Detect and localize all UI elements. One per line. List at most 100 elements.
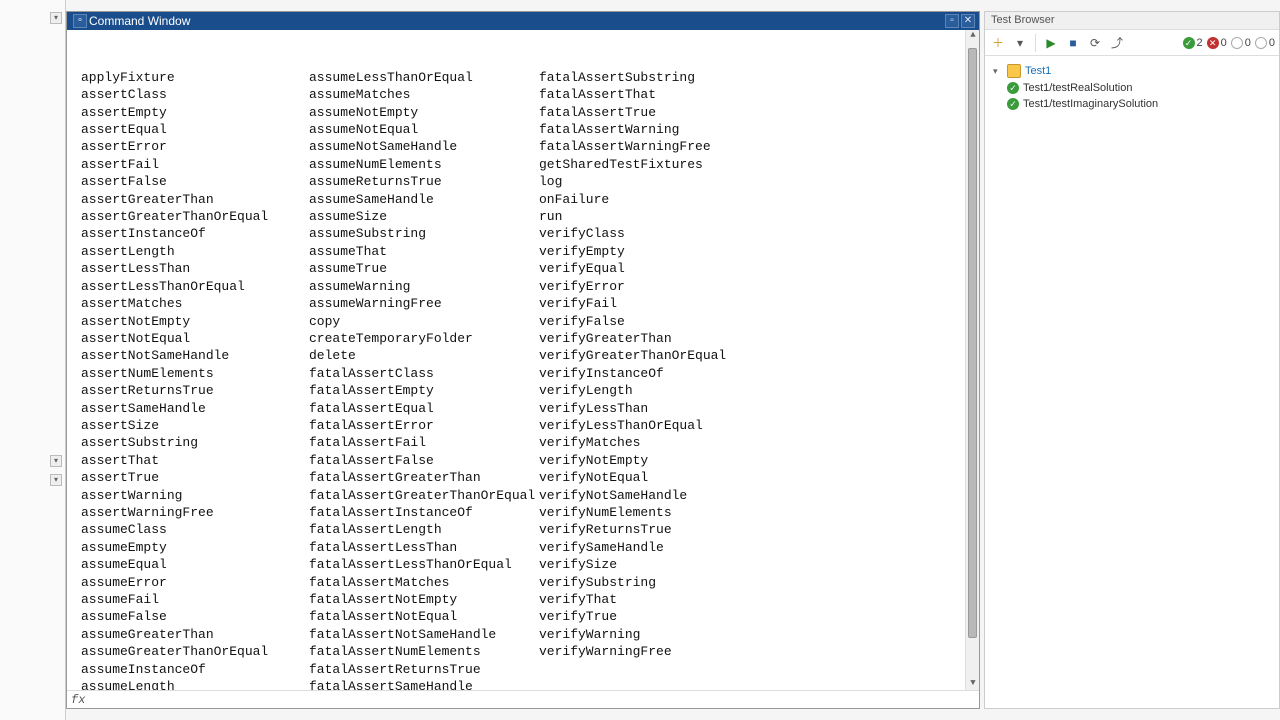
- dropdown-icon[interactable]: ▾: [1011, 34, 1029, 52]
- method-name: assertWarningFree: [81, 504, 309, 521]
- method-name: assumeFail: [81, 591, 309, 608]
- pass-count: ✓2: [1183, 37, 1203, 49]
- method-name: assertGreaterThanOrEqual: [81, 208, 309, 225]
- tree-child-node[interactable]: ✓ Test1/testRealSolution: [993, 80, 1271, 96]
- method-name: fatalAssertGreaterThan: [309, 469, 539, 486]
- method-name: fatalAssertEqual: [309, 400, 539, 417]
- method-name: assertLessThan: [81, 260, 309, 277]
- method-list-col1: applyFixtureassertClassassertEmptyassert…: [81, 69, 309, 690]
- method-name: assertNotSameHandle: [81, 347, 309, 364]
- method-name: fatalAssertSameHandle: [309, 678, 539, 690]
- scroll-thumb[interactable]: [968, 48, 977, 638]
- method-name: verifyLessThanOrEqual: [539, 417, 779, 434]
- method-name: assertFalse: [81, 173, 309, 190]
- method-name: createTemporaryFolder: [309, 330, 539, 347]
- method-name: assumeThat: [309, 243, 539, 260]
- command-prompt-row[interactable]: fx: [67, 690, 979, 708]
- method-name: assumeNotSameHandle: [309, 138, 539, 155]
- method-name: verifyFail: [539, 295, 779, 312]
- method-name: fatalAssertTrue: [539, 104, 779, 121]
- refresh-icon[interactable]: ⟳: [1086, 34, 1104, 52]
- method-name: fatalAssertClass: [309, 365, 539, 382]
- test-file-icon: [1007, 64, 1021, 78]
- method-name: assertMatches: [81, 295, 309, 312]
- pass-dot-icon: ✓: [1183, 37, 1195, 49]
- method-name: assumeClass: [81, 521, 309, 538]
- command-window-title: Command Window: [87, 14, 943, 28]
- command-window-titlebar[interactable]: ∘ Command Window ▫ ✕: [67, 12, 979, 30]
- method-name: copy: [309, 313, 539, 330]
- method-list-col2: assumeLessThanOrEqualassumeMatchesassume…: [309, 69, 539, 690]
- method-name: assertSize: [81, 417, 309, 434]
- dock-toggle-top[interactable]: ▾: [50, 12, 62, 24]
- method-name: assertNotEmpty: [81, 313, 309, 330]
- method-name: assumeLength: [81, 678, 309, 690]
- export-icon[interactable]: ⤴: [1108, 34, 1126, 52]
- method-name: fatalAssertLength: [309, 521, 539, 538]
- test-browser-panel: Test Browser ＋ ▾ ▶ ■ ⟳ ⤴ ✓2 ✕0 0 0 ▾ Tes…: [984, 11, 1280, 709]
- tree-child-label: Test1/testRealSolution: [1023, 82, 1132, 94]
- pass-icon: ✓: [1007, 98, 1019, 110]
- toolbar-separator: [1035, 34, 1036, 52]
- method-name: assumeEmpty: [81, 539, 309, 556]
- close-icon[interactable]: ✕: [961, 14, 975, 28]
- method-name: fatalAssertInstanceOf: [309, 504, 539, 521]
- test-browser-title: Test Browser: [985, 12, 1279, 30]
- method-name: assertTrue: [81, 469, 309, 486]
- run-icon[interactable]: ▶: [1042, 34, 1060, 52]
- method-name: assumeWarning: [309, 278, 539, 295]
- method-name: fatalAssertThat: [539, 86, 779, 103]
- method-name: fatalAssertNotEqual: [309, 608, 539, 625]
- method-name: assertReturnsTrue: [81, 382, 309, 399]
- method-name: assumeEqual: [81, 556, 309, 573]
- method-name: assumeFalse: [81, 608, 309, 625]
- method-name: fatalAssertGreaterThanOrEqual: [309, 487, 539, 504]
- method-name: onFailure: [539, 191, 779, 208]
- method-name: assumeGreaterThan: [81, 626, 309, 643]
- method-name: assumeGreaterThanOrEqual: [81, 643, 309, 660]
- scroll-down-icon[interactable]: ▼: [967, 678, 979, 690]
- method-name: verifySize: [539, 556, 779, 573]
- method-name: assumeSubstring: [309, 225, 539, 242]
- stop-icon[interactable]: ■: [1064, 34, 1082, 52]
- command-window: ∘ Command Window ▫ ✕ applyFixtureassertC…: [66, 11, 980, 709]
- method-name: assertFail: [81, 156, 309, 173]
- scroll-up-icon[interactable]: ▲: [967, 30, 979, 42]
- fx-icon[interactable]: fx: [71, 693, 89, 707]
- method-name: fatalAssertLessThanOrEqual: [309, 556, 539, 573]
- method-name: assertWarning: [81, 487, 309, 504]
- method-name: assumeSameHandle: [309, 191, 539, 208]
- method-name: verifyInstanceOf: [539, 365, 779, 382]
- method-list-col3: fatalAssertSubstringfatalAssertThatfatal…: [539, 69, 779, 690]
- queued-dot-icon: [1255, 37, 1267, 49]
- method-name: fatalAssertMatches: [309, 574, 539, 591]
- method-name: applyFixture: [81, 69, 309, 86]
- method-name: assertEmpty: [81, 104, 309, 121]
- method-name: verifyNotSameHandle: [539, 487, 779, 504]
- pass-icon: ✓: [1007, 82, 1019, 94]
- method-name: fatalAssertReturnsTrue: [309, 661, 539, 678]
- tree-child-node[interactable]: ✓ Test1/testImaginarySolution: [993, 96, 1271, 112]
- titlebar-menu-icon[interactable]: ∘: [73, 14, 87, 28]
- method-name: verifyLength: [539, 382, 779, 399]
- method-name: verifySameHandle: [539, 539, 779, 556]
- command-output[interactable]: applyFixtureassertClassassertEmptyassert…: [67, 30, 965, 690]
- restore-icon[interactable]: ▫: [945, 14, 959, 28]
- add-test-icon[interactable]: ＋: [989, 34, 1007, 52]
- method-name: verifyError: [539, 278, 779, 295]
- method-name: delete: [309, 347, 539, 364]
- method-name: assumeError: [81, 574, 309, 591]
- dock-toggle-mid2[interactable]: ▾: [50, 474, 62, 486]
- method-name: verifyLessThan: [539, 400, 779, 417]
- test-browser-toolbar: ＋ ▾ ▶ ■ ⟳ ⤴ ✓2 ✕0 0 0: [985, 30, 1279, 56]
- method-name: assertNumElements: [81, 365, 309, 382]
- method-name: assertSameHandle: [81, 400, 309, 417]
- dock-toggle-mid[interactable]: ▾: [50, 455, 62, 467]
- method-name: verifySubstring: [539, 574, 779, 591]
- method-name: verifyNotEmpty: [539, 452, 779, 469]
- tree-root-node[interactable]: ▾ Test1: [993, 62, 1271, 80]
- tree-root-label[interactable]: Test1: [1025, 65, 1051, 77]
- twisty-icon[interactable]: ▾: [993, 66, 1003, 77]
- method-name: assumeTrue: [309, 260, 539, 277]
- vertical-scrollbar[interactable]: ▲ ▼: [965, 30, 979, 690]
